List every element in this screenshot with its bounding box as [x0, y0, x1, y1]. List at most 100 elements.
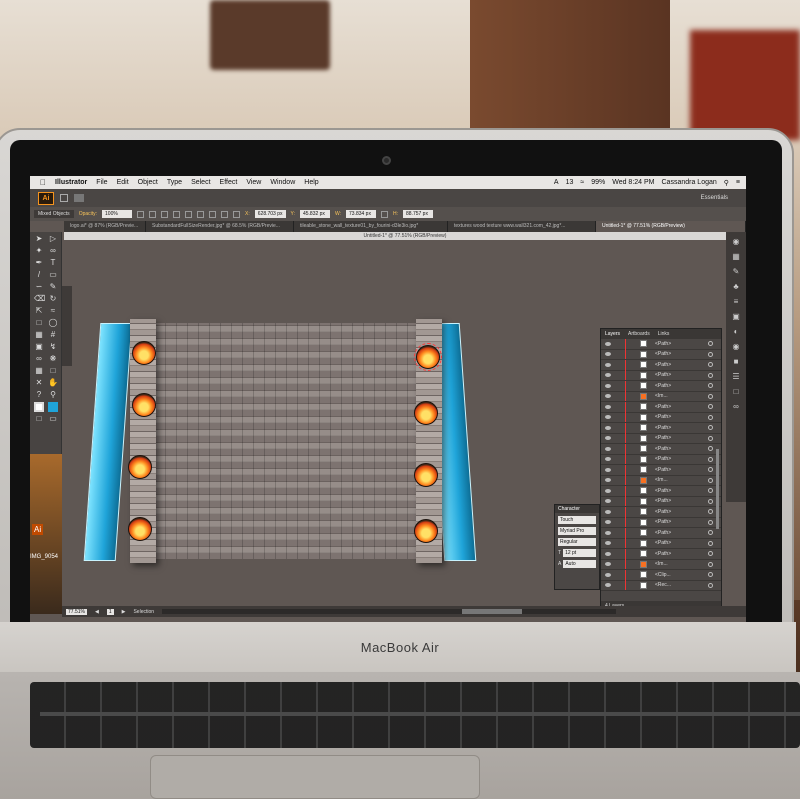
brush-tool-icon[interactable]: ∽ [34, 282, 44, 292]
symbol-sprayer-icon[interactable]: ❋ [48, 354, 58, 364]
constrain-icon[interactable] [381, 210, 388, 218]
torch-icon[interactable] [128, 517, 152, 541]
links-icon[interactable]: ∞ [731, 402, 741, 412]
layer-name[interactable]: <Path> [655, 404, 704, 410]
tab-untitled[interactable]: Untitled-1* @ 77.51% (RGB/Preview) [596, 221, 746, 232]
layer-name[interactable]: <Im... [655, 477, 704, 483]
draw-mode-icon[interactable]: □ [34, 414, 44, 424]
fill-stroke-icon[interactable] [34, 402, 44, 412]
layers-scrollbar[interactable] [716, 449, 719, 529]
target-icon[interactable] [708, 383, 713, 389]
clock[interactable]: Wed 8:24 PM [612, 179, 654, 187]
gradient-icon[interactable]: ▣ [731, 312, 741, 322]
target-icon[interactable] [708, 425, 713, 431]
layer-name[interactable]: <Im... [655, 393, 704, 399]
tab-logo[interactable]: logo.ai* @ 87% (RGB/Previe... [64, 221, 146, 232]
line-tool-icon[interactable]: / [34, 270, 44, 280]
layer-name[interactable]: <Rec... [655, 582, 704, 588]
swap-colors-icon[interactable] [48, 402, 58, 412]
artwork[interactable] [83, 319, 477, 563]
layer-row[interactable]: <Rec... [601, 580, 721, 591]
menu-edit[interactable]: Edit [117, 179, 129, 186]
layer-name[interactable]: <Path> [655, 488, 704, 494]
touch-type-button[interactable]: Touch [558, 516, 596, 524]
layer-row[interactable]: <Path> [601, 527, 721, 539]
glass-panel-left[interactable] [83, 323, 133, 561]
visibility-icon[interactable] [605, 551, 611, 556]
target-icon[interactable] [708, 351, 713, 357]
target-icon[interactable] [708, 509, 713, 515]
leading-field[interactable]: Auto [563, 560, 596, 568]
layer-row[interactable]: <Path> [601, 349, 721, 360]
torch-icon[interactable] [414, 463, 438, 487]
layer-row[interactable]: <Path> [601, 517, 721, 528]
visibility-icon[interactable] [605, 530, 611, 535]
target-icon[interactable] [708, 341, 713, 347]
pencil-tool-icon[interactable]: ✎ [48, 282, 58, 292]
visibility-icon[interactable] [605, 394, 611, 399]
visibility-icon[interactable] [605, 457, 611, 462]
selection-tool-icon[interactable]: ➤ [34, 234, 44, 244]
target-icon[interactable] [708, 372, 713, 378]
tab-stone-wall[interactable]: tileable_stone_wall_texture01_by_fourini… [294, 221, 448, 232]
menu-type[interactable]: Type [167, 179, 182, 186]
h-field[interactable]: 88.757 px [403, 210, 433, 218]
layer-name[interactable]: <Path> [655, 467, 704, 473]
visibility-icon[interactable] [605, 520, 611, 525]
eyedropper-icon[interactable]: ↯ [48, 342, 58, 352]
target-icon[interactable] [708, 530, 713, 536]
layer-name[interactable]: <Path> [655, 425, 704, 431]
tab-links[interactable]: Links [658, 331, 670, 337]
layer-row[interactable]: <Path> [601, 485, 721, 497]
type-tool-icon[interactable]: T [48, 258, 58, 268]
target-icon[interactable] [708, 551, 713, 557]
stone-wall[interactable] [132, 323, 428, 559]
layer-name[interactable]: <Path> [655, 456, 704, 462]
layer-name[interactable]: <Im... [655, 561, 704, 567]
align-center-icon[interactable] [161, 210, 169, 218]
layers-icon[interactable]: ☰ [731, 372, 741, 382]
menu-app-name[interactable]: Illustrator [55, 179, 87, 186]
layer-row[interactable]: <Path> [601, 370, 721, 381]
gradient-tool-icon[interactable]: ▣ [34, 342, 44, 352]
battery-level[interactable]: 99% [591, 179, 605, 187]
layer-row[interactable]: <Im... [601, 559, 721, 570]
layer-row[interactable]: <Path> [601, 506, 721, 518]
wifi-icon[interactable]: ≈ [580, 179, 584, 187]
visibility-icon[interactable] [605, 488, 611, 493]
font-style-field[interactable]: Regular [558, 538, 596, 546]
target-icon[interactable] [708, 582, 713, 588]
pen-tool-icon[interactable]: ✒ [34, 258, 44, 268]
visibility-icon[interactable] [605, 478, 611, 483]
layer-name[interactable]: <Path> [655, 509, 704, 515]
shape-builder-icon[interactable]: ◯ [48, 318, 58, 328]
free-transform-icon[interactable]: □ [34, 318, 44, 328]
torch-icon-selected[interactable] [414, 343, 442, 371]
arrange-icon[interactable] [74, 194, 84, 202]
search-icon[interactable]: ⚲ [724, 179, 729, 187]
target-icon[interactable] [708, 498, 713, 504]
torch-icon[interactable] [132, 341, 156, 365]
transparency-icon[interactable]: ◐ [731, 327, 741, 337]
y-field[interactable]: 45.832 px [299, 210, 330, 218]
eraser-tool-icon[interactable]: ⌫ [34, 294, 45, 304]
align-middle-icon[interactable] [197, 210, 205, 218]
layer-name[interactable]: <Path> [655, 519, 704, 525]
torch-icon[interactable] [132, 393, 156, 417]
character-title[interactable]: Character [555, 505, 599, 513]
layer-name[interactable]: <Path> [655, 341, 704, 347]
align-top-icon[interactable] [185, 210, 193, 218]
target-icon[interactable] [708, 519, 713, 525]
visibility-icon[interactable] [605, 509, 611, 514]
target-icon[interactable] [708, 561, 713, 567]
target-icon[interactable] [708, 435, 713, 441]
menu-list-icon[interactable]: ≡ [736, 179, 740, 187]
x-field[interactable]: 628.703 px [254, 210, 286, 218]
artboard-next-icon[interactable]: ▶ [122, 609, 126, 615]
target-icon[interactable] [708, 467, 713, 473]
symbols-icon[interactable]: ♣ [731, 282, 741, 292]
visibility-icon[interactable] [605, 404, 611, 409]
layer-name[interactable]: <Path> [655, 383, 704, 389]
layer-row[interactable]: <Path> [601, 496, 721, 507]
target-icon[interactable] [708, 446, 713, 452]
